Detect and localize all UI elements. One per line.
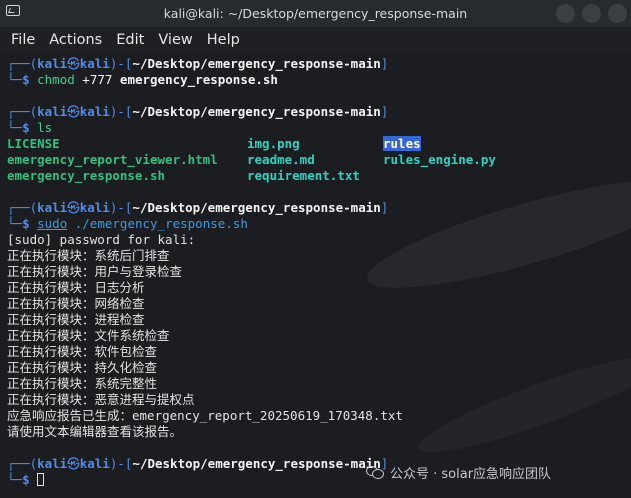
command-line: └─$ sudo ./emergency_response.sh — [7, 216, 248, 231]
menu-view[interactable]: View — [147, 32, 192, 48]
output-line: [sudo] password for kali: — [7, 232, 196, 247]
minimize-button[interactable] — [556, 4, 575, 23]
output-line: 正在执行模块：文件系统检查 — [7, 328, 170, 343]
prompt-line: ┌──(kali㉿kali)-[~/Desktop/emergency_resp… — [7, 456, 389, 471]
list-item: emergency_report_viewer.html — [7, 152, 218, 167]
close-button[interactable] — [608, 4, 627, 23]
list-item: rules_engine.py — [383, 152, 496, 167]
command-line: └─$ ls — [7, 120, 53, 135]
output-line: 正在执行模块：网络检查 — [7, 296, 145, 311]
prompt-line: ┌──(kali㉿kali)-[~/Desktop/emergency_resp… — [7, 104, 389, 119]
maximize-button[interactable] — [582, 4, 601, 23]
menu-actions[interactable]: Actions — [38, 32, 102, 48]
list-item: emergency_response.sh — [7, 168, 166, 183]
watermark-text: 公众号 · solar应急响应团队 — [390, 466, 552, 482]
output-line: 请使用文本编辑器查看该报告。 — [7, 424, 183, 439]
command-line: └─$ chmod +777 emergency_response.sh — [7, 72, 278, 87]
menu-help[interactable]: Help — [196, 32, 240, 48]
output-line: 正在执行模块：系统后门排查 — [7, 248, 170, 263]
output-line: 应急响应报告已生成：emergency_report_20250619_1703… — [7, 408, 403, 423]
output-line: 正在执行模块：进程检查 — [7, 312, 145, 327]
output-line: 正在执行模块：用户与登录检查 — [7, 264, 183, 279]
prompt-line: ┌──(kali㉿kali)-[~/Desktop/emergency_resp… — [7, 56, 389, 71]
title-bar: kali@kali: ~/Desktop/emergency_response-… — [0, 0, 631, 27]
output-line: 正在执行模块：软件包检查 — [7, 344, 158, 359]
text-cursor — [37, 473, 45, 486]
list-item: rules — [383, 136, 421, 151]
terminal-output[interactable]: ┌──(kali㉿kali)-[~/Desktop/emergency_resp… — [0, 54, 631, 498]
command-line[interactable]: └─$ — [7, 472, 45, 488]
list-item: LICENSE — [7, 136, 60, 151]
menu-edit[interactable]: Edit — [105, 32, 144, 48]
watermark: 公众号 · solar应急响应团队 — [366, 462, 551, 482]
prompt-line: ┌──(kali㉿kali)-[~/Desktop/emergency_resp… — [7, 200, 389, 215]
output-line: 正在执行模块：系统完整性 — [7, 376, 158, 391]
menu-file[interactable]: File — [0, 32, 35, 48]
list-item: requirement.txt — [247, 168, 360, 183]
list-item: readme.md — [247, 152, 315, 167]
output-line: 正在执行模块：恶意进程与提权点 — [7, 392, 195, 407]
output-line: 正在执行模块：日志分析 — [7, 280, 145, 295]
window-title: kali@kali: ~/Desktop/emergency_response-… — [163, 6, 468, 21]
output-line: 正在执行模块：持久化检查 — [7, 360, 158, 375]
menu-bar: File Actions Edit View Help — [0, 27, 631, 53]
list-item: img.png — [247, 136, 300, 151]
wechat-icon — [366, 464, 384, 480]
